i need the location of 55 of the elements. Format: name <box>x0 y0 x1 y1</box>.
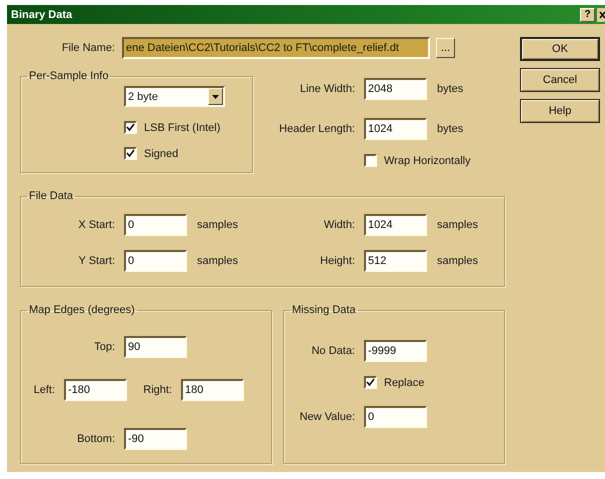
checkbox-label[interactable]: LSB First (Intel) <box>144 122 220 134</box>
dropdown[interactable]: 2 byte <box>124 86 225 107</box>
input-field[interactable]: -180 <box>64 379 127 401</box>
file-name-field[interactable]: ene Dateien\CC2\Tutorials\CC2 to FT\complete_relief.dt <box>122 37 430 59</box>
field-label: File Name: <box>60 42 115 54</box>
field-label: Header Length: <box>278 123 355 135</box>
input-field[interactable]: 0 <box>364 406 427 428</box>
unit-label: bytes <box>437 83 464 95</box>
input-field[interactable]: 2048 <box>364 78 427 100</box>
field-label: X Start: <box>77 219 115 231</box>
unit-label: bytes <box>437 123 464 135</box>
checkbox-label[interactable]: Signed <box>144 148 178 160</box>
dialog-button[interactable]: Cancel <box>520 68 600 92</box>
field-label: Y Start: <box>78 255 115 267</box>
help-button[interactable]: ? <box>580 8 595 22</box>
input-field[interactable]: 180 <box>181 379 244 401</box>
input-field[interactable]: 0 <box>124 214 187 236</box>
input-field[interactable]: 90 <box>124 336 187 358</box>
unit-label: samples <box>437 219 478 231</box>
field-label: Left: <box>32 384 55 396</box>
field-label: Height: <box>319 255 355 267</box>
input-field[interactable]: -90 <box>124 428 187 450</box>
field-label: Right: <box>142 384 172 396</box>
input-field[interactable]: 1024 <box>364 118 427 140</box>
input-field[interactable]: 512 <box>364 250 427 272</box>
checkmark-icon <box>126 149 135 158</box>
group-title: Missing Data <box>291 304 357 316</box>
window-title: Binary Data <box>11 8 74 20</box>
unit-label: samples <box>437 255 478 267</box>
checkbox[interactable] <box>364 154 377 167</box>
dialog-button[interactable]: OK <box>520 37 600 61</box>
dialog-button[interactable]: Help <box>520 99 600 123</box>
checkbox[interactable] <box>364 376 377 389</box>
checkbox[interactable] <box>124 121 137 134</box>
group-title: Map Edges (degrees) <box>28 304 136 316</box>
checkbox-label[interactable]: Replace <box>384 376 424 388</box>
input-field[interactable]: 1024 <box>364 214 427 236</box>
checkmark-icon <box>366 378 375 387</box>
unit-label: samples <box>197 255 238 267</box>
checkbox-label[interactable]: Wrap Horizontally <box>384 154 471 166</box>
unit-label: samples <box>197 219 238 231</box>
close-icon[interactable] <box>597 8 605 22</box>
field-label: New Value: <box>298 411 355 423</box>
input-field[interactable]: -9999 <box>364 340 427 362</box>
field-label: Bottom: <box>76 433 115 445</box>
checkmark-icon <box>126 123 135 132</box>
field-label: Line Width: <box>298 83 355 95</box>
field-label: No Data: <box>310 345 355 357</box>
field-label: Top: <box>93 341 115 353</box>
checkbox[interactable] <box>124 147 137 160</box>
group-title: File Data <box>28 190 74 202</box>
browse-button[interactable]: ... <box>436 38 455 58</box>
group-title: Per-Sample Info <box>28 70 110 82</box>
field-label: Width: <box>322 219 355 231</box>
input-field[interactable]: 0 <box>124 250 187 272</box>
